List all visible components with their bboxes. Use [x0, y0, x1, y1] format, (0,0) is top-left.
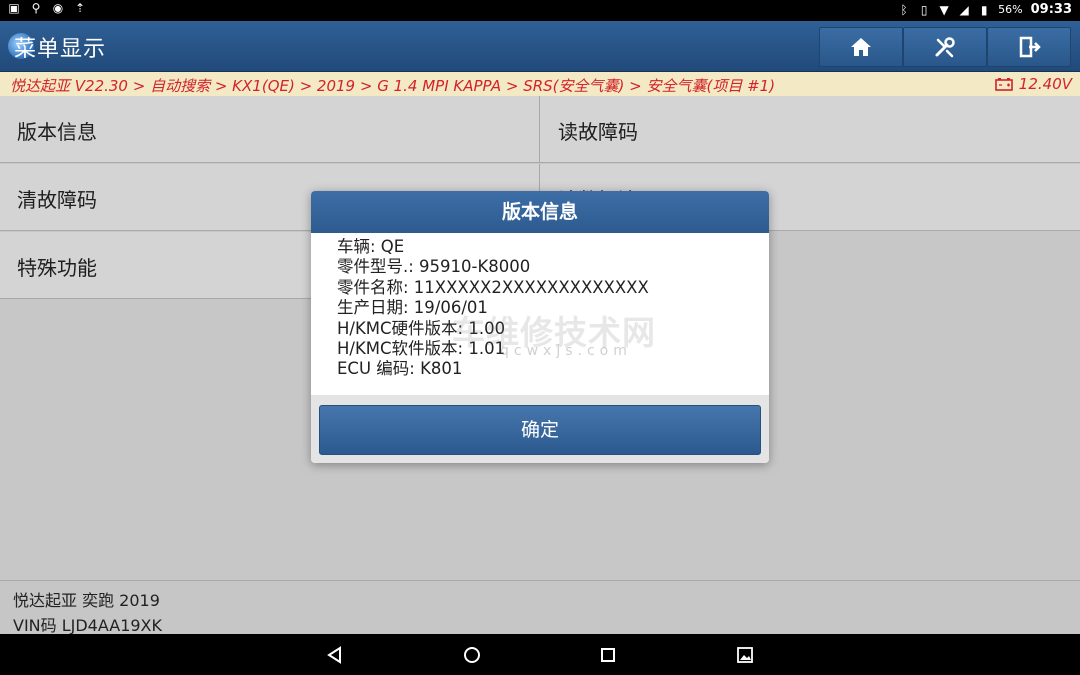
back-button[interactable]	[324, 644, 346, 666]
exit-icon	[1019, 36, 1041, 58]
recents-icon	[601, 648, 615, 662]
info-ecu-code: ECU 编码: K801	[337, 359, 463, 379]
info-part-number: 零件型号.: 95910-K8000	[337, 257, 531, 277]
battery-icon: ▮	[980, 2, 988, 17]
nfc-icon: ◉	[52, 1, 64, 15]
wifi-icon: ▼	[939, 2, 949, 17]
watermark-url: qcwxjs.com	[500, 343, 632, 359]
voltage-value: 12.40V	[1018, 75, 1072, 93]
home-nav-button[interactable]	[461, 644, 483, 666]
home-circle-icon	[464, 647, 480, 663]
breadcrumb: 悦达起亚 V22.30 > 自动搜索 > KX1(QE) > 2019 > G …	[10, 77, 776, 95]
screenshot-icon	[737, 647, 753, 663]
exit-button[interactable]	[987, 27, 1071, 67]
navigation-bar	[0, 634, 1080, 675]
signal-icon: ◢	[959, 2, 969, 17]
battery-voltage: 12.40V	[994, 75, 1072, 93]
back-icon	[327, 646, 341, 664]
home-icon	[851, 38, 871, 56]
clock: 09:33	[1030, 2, 1072, 17]
vibrate-icon: ▯	[920, 2, 928, 17]
diagnostic-tools-icon	[935, 37, 955, 58]
screenshot-button[interactable]	[734, 644, 756, 666]
battery-level: 56%	[998, 3, 1023, 16]
vin-number: VIN码 LJD4AA19XK	[13, 616, 163, 635]
info-vehicle: 车辆: QE	[337, 237, 405, 256]
status-bar: ▣ ⚲ ◉ ⇡ ᛒ ▯ ▼ ◢ ▮ 56% 09:33	[0, 0, 1080, 21]
dialog-title: 版本信息	[311, 191, 769, 233]
car-battery-icon	[994, 78, 1013, 91]
vehicle-name: 悦达起亚 奕跑 2019	[13, 591, 160, 610]
dialog-footer: 确定	[311, 395, 769, 463]
bluetooth-icon: ᛒ	[900, 2, 908, 17]
upload-icon: ⇡	[74, 1, 86, 15]
home-button[interactable]	[819, 27, 903, 67]
diagnostic-tools-button[interactable]	[903, 27, 987, 67]
recents-button[interactable]	[597, 644, 619, 666]
title-bar: 菜单显示	[0, 21, 1080, 72]
breadcrumb-bar: 悦达起亚 V22.30 > 自动搜索 > KX1(QE) > 2019 > G …	[0, 72, 1080, 97]
page-title: 菜单显示	[14, 37, 107, 62]
gallery-notification-icon: ▣	[8, 1, 20, 15]
info-part-name: 零件名称: 11XXXXX2XXXXXXXXXXXXX	[337, 277, 649, 297]
usb-debug-icon: ⚲	[31, 1, 41, 15]
ok-button[interactable]: 确定	[319, 405, 761, 455]
vehicle-info-footer: 悦达起亚 奕跑 2019 VIN码 LJD4AA19XK	[0, 580, 1080, 635]
